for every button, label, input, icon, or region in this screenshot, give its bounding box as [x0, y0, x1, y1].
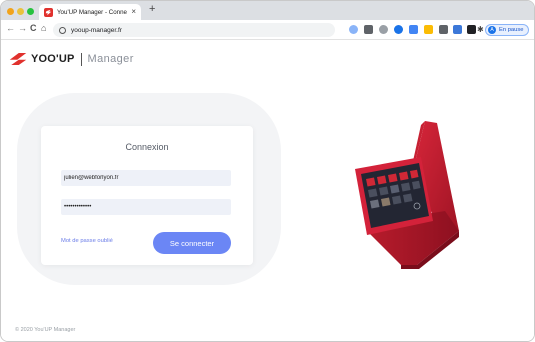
tab-yooup-manager[interactable]: You'UP Manager - Connexion × [39, 4, 141, 20]
new-tab-button[interactable]: + [149, 4, 155, 15]
browser-window: You'UP Manager - Connexion × + ← → C ⌂ y… [0, 0, 535, 342]
forgot-password-link[interactable]: Mot de passe oublié [61, 238, 113, 244]
tablet-stand-illustration [355, 121, 459, 269]
tab-close-icon[interactable]: × [131, 8, 136, 16]
square-icon[interactable] [409, 25, 418, 34]
a-icon[interactable] [424, 25, 433, 34]
page-footer: © 2020 You'UP Manager [15, 327, 76, 333]
grid-icon[interactable] [439, 25, 448, 34]
yooup-favicon-icon [44, 7, 53, 17]
brand-name: YOO'UP [31, 53, 75, 65]
tab-title: You'UP Manager - Connexion [57, 8, 127, 16]
forward-arrow-icon[interactable]: → [18, 24, 27, 33]
login-title: Connexion [125, 142, 169, 152]
page-content: YOO'UP Manager Connexion Mot de passe ou… [1, 41, 534, 341]
cast-icon[interactable] [453, 25, 462, 34]
dark-icon[interactable] [467, 25, 476, 34]
profile-avatar: A [488, 26, 496, 34]
brand-header: YOO'UP Manager [9, 52, 134, 66]
g-icon[interactable] [394, 25, 403, 34]
brand-product: Manager [87, 53, 134, 65]
puzzle-icon[interactable] [379, 25, 388, 34]
profile-status-label: En pause [499, 27, 524, 33]
browser-toolbar: ← → C ⌂ yooup-manager.fr ✱ A En pause ⋮ [1, 20, 534, 40]
address-url: yooup-manager.fr [71, 26, 122, 34]
brand-separator [80, 52, 82, 66]
profile-paused-button[interactable]: A En pause [485, 24, 529, 36]
browser-menu-icon[interactable]: ⋮ [531, 24, 534, 32]
address-bar[interactable]: yooup-manager.fr [53, 23, 335, 37]
email-field[interactable] [61, 170, 231, 186]
tab-strip: You'UP Manager - Connexion × + [1, 1, 534, 20]
minimize-window-button[interactable] [17, 8, 24, 15]
site-info-icon[interactable] [59, 26, 66, 34]
password-field[interactable] [61, 199, 231, 215]
tile-icon[interactable] [364, 25, 373, 34]
home-icon[interactable]: ⌂ [41, 24, 46, 33]
back-arrow-icon[interactable]: ← [6, 24, 15, 33]
yooup-logo-icon [9, 53, 27, 65]
maximize-window-button[interactable] [27, 8, 34, 15]
login-button[interactable]: Se connecter [153, 232, 231, 254]
close-window-button[interactable] [7, 8, 14, 15]
sync-icon[interactable] [349, 25, 358, 34]
login-card: Connexion Mot de passe oublié Se connect… [41, 126, 253, 265]
reload-icon[interactable]: C [30, 24, 37, 33]
